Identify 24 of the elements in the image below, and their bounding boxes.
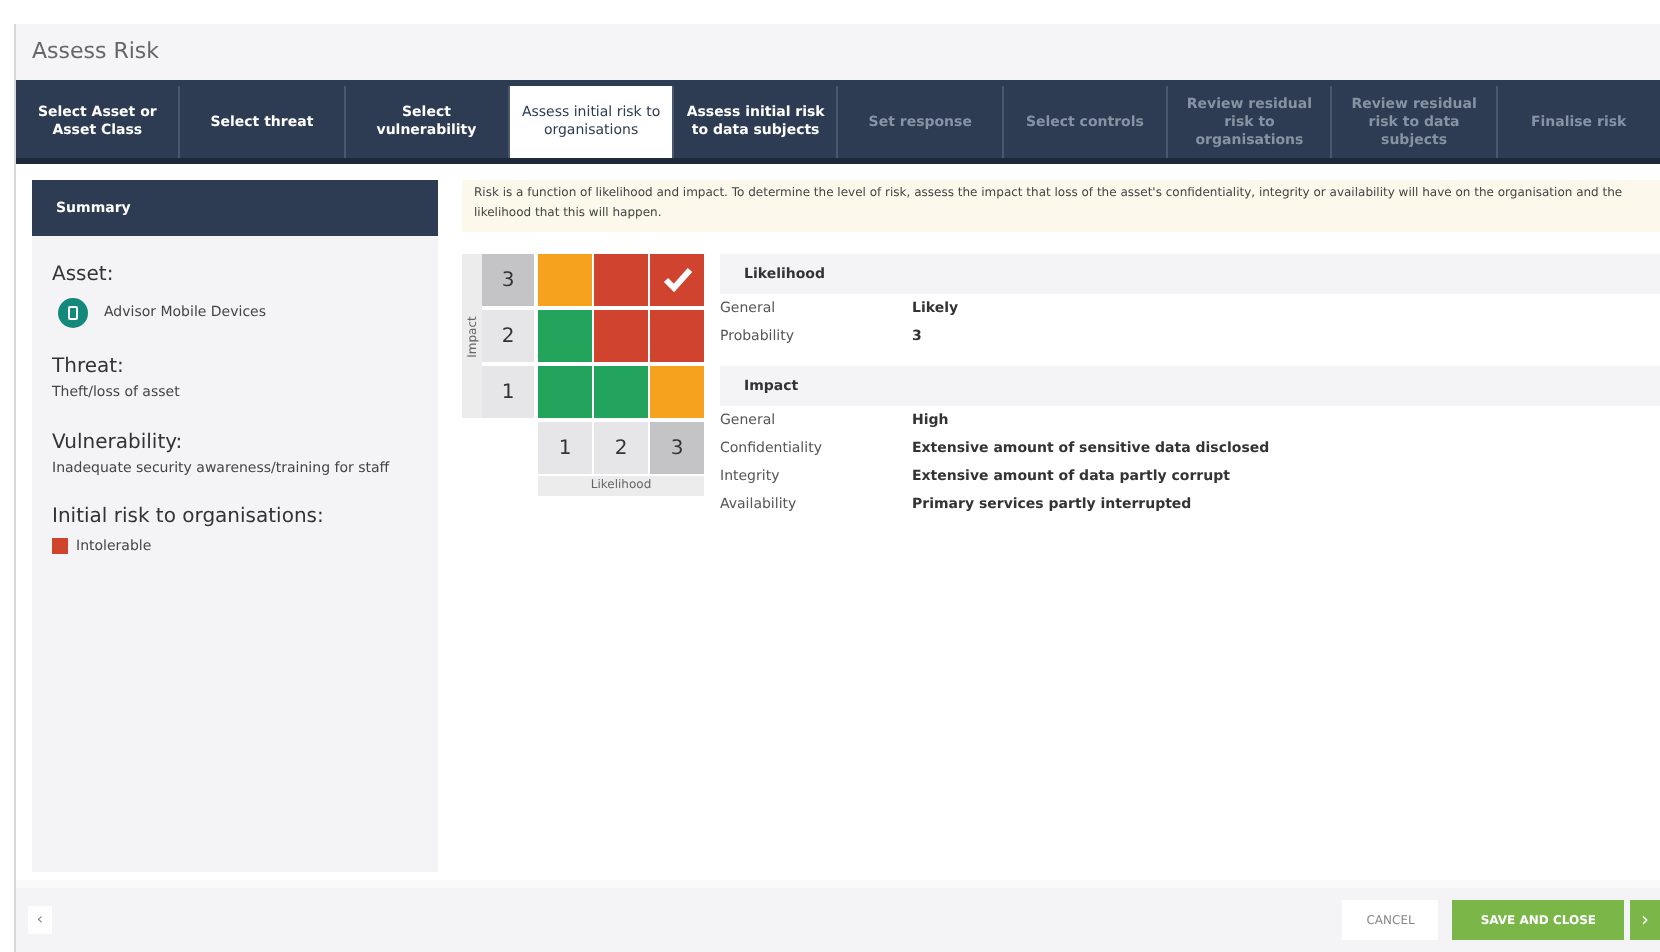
impact-level: 2 (482, 310, 534, 362)
risk-cell[interactable] (650, 254, 704, 306)
risk-cell[interactable] (650, 366, 704, 418)
phone-icon (58, 298, 88, 328)
impact-level: 1 (482, 366, 534, 418)
impact-level: 3 (482, 254, 534, 306)
next-button[interactable]: › (1630, 900, 1660, 940)
vulnerability-label: Vulnerability: (52, 429, 185, 457)
risk-label: Initial risk to organisations: (52, 504, 326, 532)
check-icon (661, 266, 693, 294)
risk-cell[interactable] (538, 310, 592, 362)
risk-cell[interactable] (594, 254, 648, 306)
likelihood-level: 3 (650, 422, 704, 474)
risk-cell[interactable] (538, 254, 592, 306)
risk-cell[interactable] (538, 366, 592, 418)
risk-cell[interactable] (594, 366, 648, 418)
risk-cell[interactable] (594, 310, 648, 362)
window-title: Assess Risk (32, 35, 160, 68)
likelihood-level: 1 (538, 422, 592, 474)
back-button[interactable]: ‹ (28, 906, 52, 934)
asset-label: Asset: (52, 262, 116, 290)
risk-cell[interactable] (650, 310, 704, 362)
likelihood-level: 2 (594, 422, 648, 474)
threat-label: Threat: (52, 354, 126, 382)
